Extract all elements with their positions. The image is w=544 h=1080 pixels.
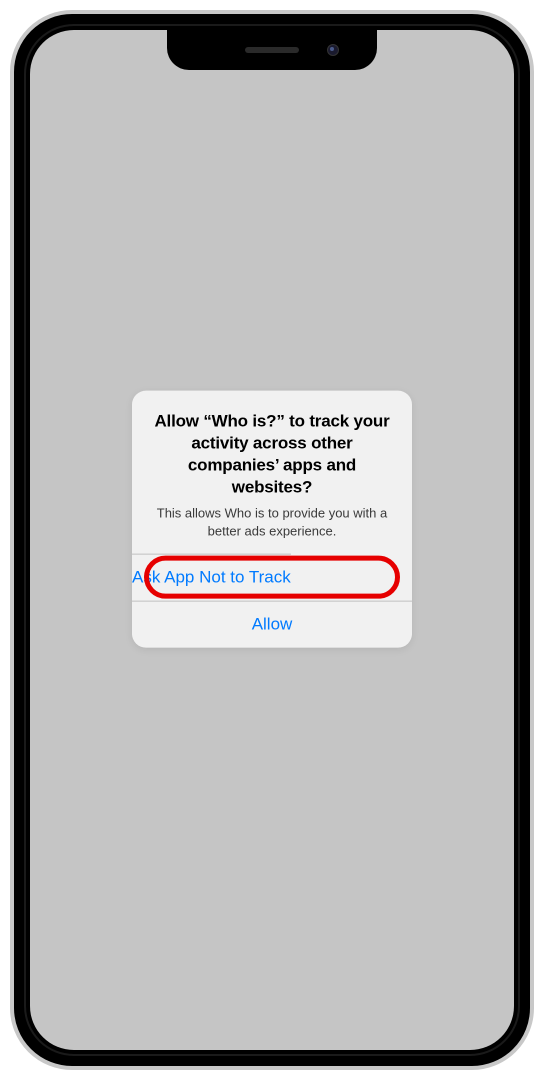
phone-inner: Allow “Who is?” to track your activity a…: [24, 24, 520, 1056]
allow-button[interactable]: Allow: [132, 601, 412, 648]
deny-button-wrapper: Ask App Not to Track: [132, 554, 412, 601]
notch: [167, 30, 377, 70]
alert-header: Allow “Who is?” to track your activity a…: [132, 391, 412, 554]
alert-message: This allows Who is to provide you with a…: [148, 505, 396, 540]
speaker-grille: [245, 47, 299, 53]
screen: Allow “Who is?” to track your activity a…: [30, 30, 514, 1050]
phone-frame: Allow “Who is?” to track your activity a…: [10, 10, 534, 1070]
front-camera-icon: [327, 44, 339, 56]
alert-title: Allow “Who is?” to track your activity a…: [148, 411, 396, 499]
alert-buttons: Ask App Not to Track Allow: [132, 554, 412, 648]
ask-app-not-to-track-button[interactable]: Ask App Not to Track: [132, 554, 291, 601]
tracking-permission-alert: Allow “Who is?” to track your activity a…: [132, 391, 412, 648]
